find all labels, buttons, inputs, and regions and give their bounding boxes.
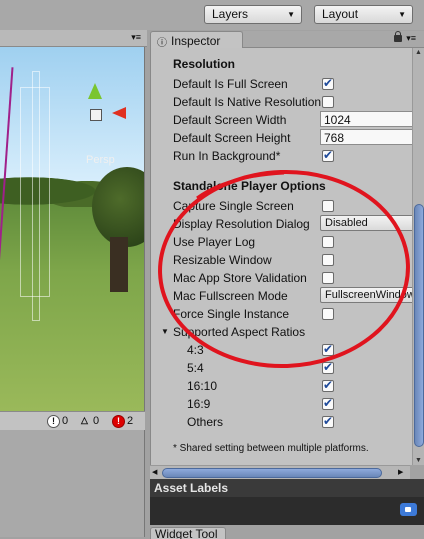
layers-dropdown[interactable]: Layers ▼ (204, 5, 302, 24)
error-icon: ! (112, 414, 125, 428)
tag-icon[interactable] (400, 503, 417, 516)
tab-widget-tool[interactable]: Widget Tool (150, 527, 226, 539)
error-count-toggle[interactable]: ! 2 (112, 414, 133, 428)
info-count-toggle[interactable]: ! 0 (47, 414, 68, 428)
asset-labels-header[interactable]: Asset Labels (150, 479, 424, 497)
default-full-screen-checkbox[interactable] (322, 76, 334, 90)
scene-gizmo-y-icon[interactable] (88, 83, 102, 99)
chevron-down-icon: ▼ (287, 10, 295, 19)
warning-icon: △ (81, 414, 88, 425)
panel-menu-icon[interactable]: ▾≡ (406, 33, 416, 44)
layout-dropdown[interactable]: Layout ▼ (314, 5, 413, 24)
run-in-background-label: Run In Background* (173, 149, 281, 163)
scroll-right-icon[interactable]: ▶ (398, 468, 403, 476)
aspect-ratio-checkbox[interactable] (322, 414, 334, 428)
shared-setting-footnote: * Shared setting between multiple platfo… (173, 443, 369, 454)
tab-inspector-label: Inspector (171, 34, 221, 48)
horizontal-scrollbar[interactable]: ◀ ▶ (150, 465, 410, 479)
horizontal-scroll-thumb[interactable] (162, 468, 382, 478)
tree-trunk (110, 237, 128, 292)
warning-count-toggle[interactable]: △ 0 (78, 414, 99, 428)
default-screen-height-field[interactable]: 768 (320, 129, 420, 145)
aspect-ratio-label: 16:10 (187, 379, 218, 393)
scene-tab-bar: ▾≡ (0, 30, 147, 47)
aspect-ratio-label: Others (187, 415, 224, 429)
perspective-label[interactable]: Persp (86, 154, 115, 166)
wireframe (32, 71, 40, 321)
default-native-resolution-checkbox[interactable] (322, 96, 334, 108)
console-status-bar: ! 0 △ 0 ! 2 (0, 411, 145, 430)
default-screen-width-field[interactable]: 1024 (320, 111, 420, 127)
asset-labels-body (150, 497, 424, 525)
layers-dropdown-label: Layers (212, 7, 249, 21)
tab-inspector[interactable]: ⓘ Inspector (150, 31, 243, 49)
default-native-resolution-label: Default Is Native Resolution (173, 95, 321, 109)
lock-icon[interactable] (394, 31, 402, 42)
inspector-tab-bar: ▾≡ (243, 31, 424, 48)
info-count: 0 (62, 415, 69, 427)
run-in-background-checkbox[interactable] (322, 148, 334, 162)
console-body (0, 430, 145, 537)
scroll-left-icon[interactable]: ◀ (152, 468, 157, 476)
aspect-ratio-checkbox[interactable] (322, 378, 334, 392)
resolution-section-title: Resolution (173, 57, 235, 71)
warning-count: 0 (93, 415, 100, 427)
annotation-circle (158, 169, 410, 369)
vertical-scrollbar[interactable]: ▲ ▼ (412, 48, 424, 465)
info-icon: ! (47, 414, 60, 428)
scene-gizmo-center-icon[interactable] (90, 109, 102, 121)
info-icon: ⓘ (157, 37, 167, 49)
scroll-down-icon[interactable]: ▼ (415, 457, 422, 464)
layout-dropdown-label: Layout (322, 7, 359, 21)
scene-gizmo-x-icon[interactable] (112, 107, 126, 119)
default-screen-height-label: Default Screen Height (173, 131, 291, 145)
scene-view[interactable]: Persp (0, 47, 145, 411)
default-full-screen-label: Default Is Full Screen (173, 77, 288, 91)
aspect-ratio-checkbox[interactable] (322, 396, 334, 410)
error-count: 2 (127, 415, 134, 427)
vertical-scroll-thumb[interactable] (414, 204, 424, 447)
default-screen-width-label: Default Screen Width (173, 113, 287, 127)
aspect-ratio-label: 16:9 (187, 397, 211, 411)
chevron-down-icon: ▼ (398, 10, 406, 19)
scroll-up-icon[interactable]: ▲ (415, 49, 422, 56)
panel-menu-icon[interactable]: ▾≡ (131, 32, 141, 43)
top-toolbar: Layers ▼ Layout ▼ (0, 0, 424, 30)
